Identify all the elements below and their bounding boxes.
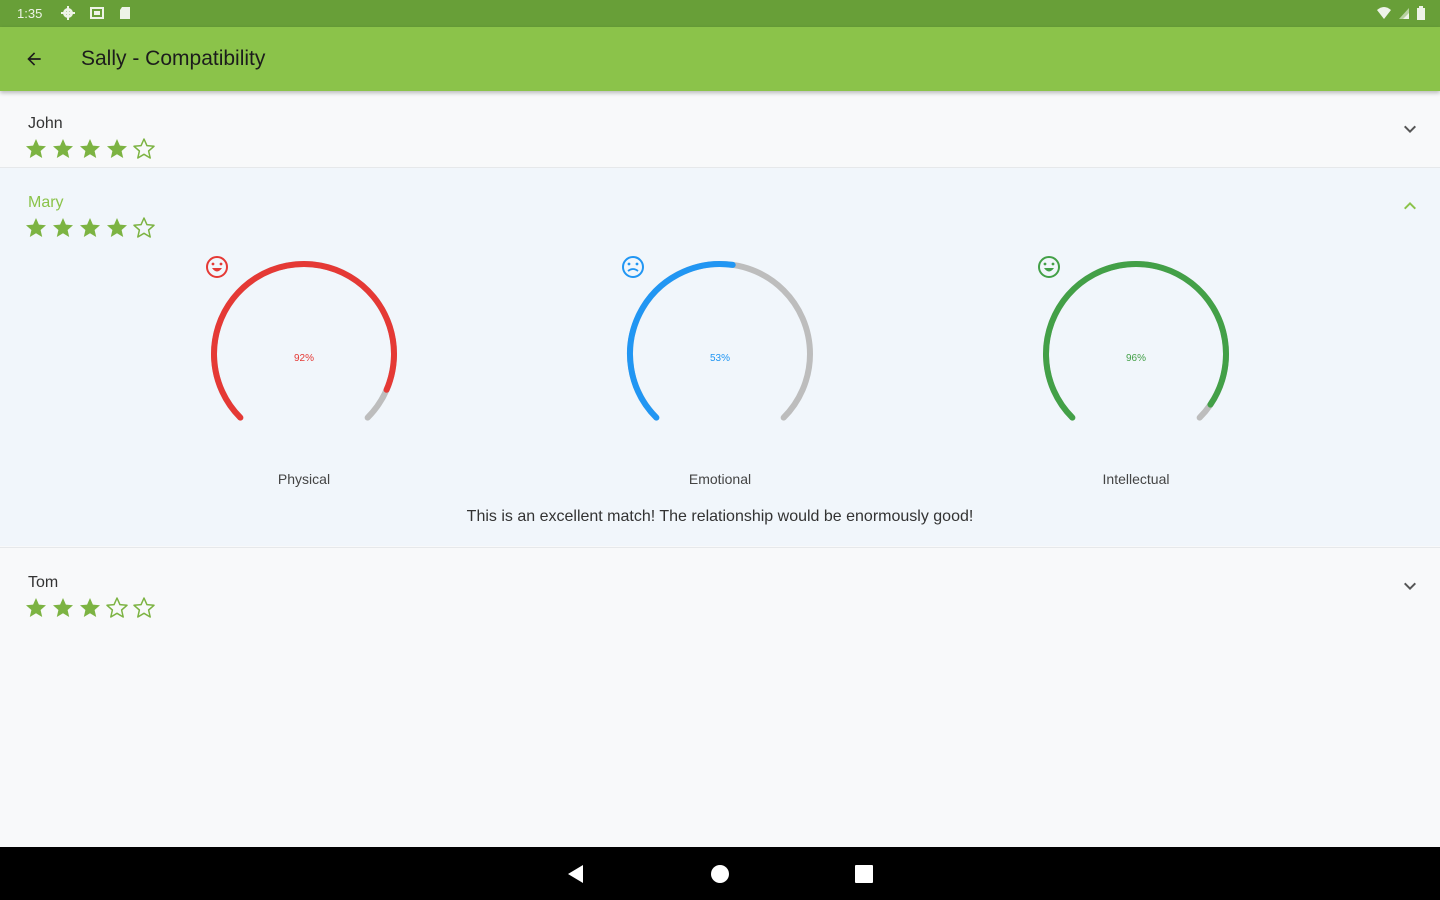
- star-outline-icon: [133, 597, 155, 618]
- match-row-mary[interactable]: Mary: [0, 168, 1440, 242]
- smiley-icon: [206, 256, 228, 278]
- match-summary: This is an excellent match! The relation…: [466, 508, 974, 525]
- star-filled-icon: [53, 598, 73, 617]
- star-filled-icon: [107, 218, 127, 237]
- star-filled-icon: [80, 598, 100, 617]
- star-rating: [24, 216, 156, 240]
- gear-icon: [61, 6, 75, 20]
- signal-icon: [1399, 8, 1409, 19]
- navigation-bar: [0, 847, 1440, 900]
- gauge-progress: [1043, 261, 1229, 421]
- back-triangle-icon[interactable]: [563, 861, 589, 887]
- gauge-progress: [211, 261, 397, 421]
- app-bar: Sally - Compatibility: [0, 27, 1440, 91]
- star-filled-icon: [53, 218, 73, 237]
- gauge-intellectual: 96%: [1036, 254, 1236, 454]
- page-title: Sally - Compatibility: [81, 47, 266, 70]
- star-filled-icon: [107, 139, 127, 158]
- star-rating: [24, 137, 156, 161]
- chevron-up-icon[interactable]: [1398, 194, 1422, 218]
- star-outline-icon: [106, 597, 128, 618]
- match-name: Mary: [28, 194, 64, 211]
- gauge-label-physical: Physical: [277, 471, 331, 487]
- star-outline-icon: [133, 217, 155, 238]
- star-filled-icon: [26, 218, 46, 237]
- gauge-label-emotional: Emotional: [688, 471, 752, 487]
- match-row-john[interactable]: John: [0, 93, 1440, 168]
- arrow-back-icon: [27, 52, 41, 66]
- star-filled-icon: [80, 139, 100, 158]
- status-bar: 1:35: [0, 0, 1440, 27]
- square-icon: [90, 7, 104, 19]
- back-button[interactable]: [14, 39, 54, 79]
- gauge-progress: [627, 261, 736, 421]
- gauge-physical: 92%: [204, 254, 404, 454]
- star-filled-icon: [26, 139, 46, 158]
- gauge-label-intellectual: Intellectual: [1102, 471, 1170, 487]
- match-name: John: [28, 115, 63, 132]
- star-outline-icon: [133, 138, 155, 159]
- gauge-emotional: 53%: [620, 254, 820, 454]
- gauge-value: 96%: [1125, 353, 1146, 364]
- star-filled-icon: [80, 218, 100, 237]
- gauge-value: 53%: [709, 353, 730, 364]
- match-name: Tom: [28, 574, 59, 591]
- star-filled-icon: [53, 139, 73, 158]
- chevron-down-icon[interactable]: [1398, 574, 1422, 598]
- match-row-tom[interactable]: Tom: [0, 547, 1440, 628]
- home-circle-icon[interactable]: [707, 861, 733, 887]
- gauge-value: 92%: [293, 353, 314, 364]
- star-filled-icon: [26, 598, 46, 617]
- chevron-down-icon[interactable]: [1398, 117, 1422, 141]
- sd-card-icon: [120, 7, 130, 19]
- smiley-icon: [1038, 256, 1060, 278]
- wifi-icon: [1377, 7, 1391, 19]
- battery-icon: [1417, 6, 1425, 20]
- status-time: 1:35: [17, 6, 43, 21]
- star-rating: [24, 596, 156, 620]
- neutral-face-icon: [622, 256, 644, 278]
- recents-square-icon[interactable]: [851, 861, 877, 887]
